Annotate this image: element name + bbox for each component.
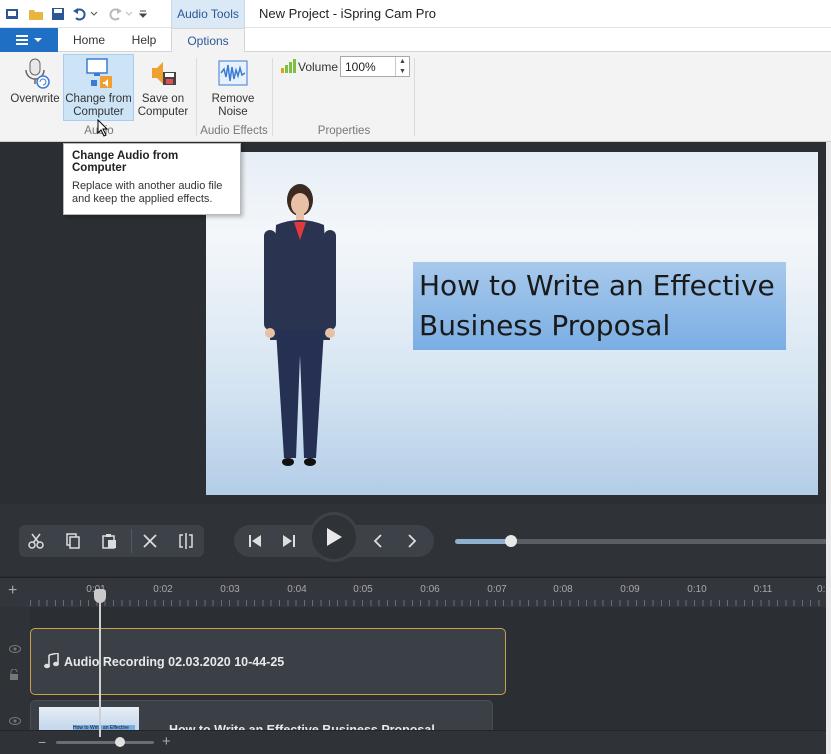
volume-spinner[interactable]: ▲ ▼ — [395, 57, 409, 76]
tick-label: 0:06 — [420, 584, 440, 595]
playback-progress — [455, 539, 511, 544]
audio-tools-context-tab: Audio Tools — [171, 0, 245, 28]
remove-noise-label-2: Noise — [218, 106, 248, 118]
slide-title-line-2: Business Proposal — [419, 309, 671, 342]
tab-help[interactable]: Help — [120, 28, 168, 52]
save-icon[interactable] — [49, 5, 67, 23]
group-separator — [414, 58, 415, 136]
delete-icon[interactable] — [133, 525, 167, 557]
tick-label: 0:02 — [153, 584, 173, 595]
overwrite-button[interactable]: Overwrite — [8, 55, 62, 106]
lock-icon[interactable] — [9, 668, 19, 683]
split-icon[interactable] — [169, 525, 203, 557]
eye-icon[interactable] — [9, 717, 21, 728]
go-to-start-icon[interactable] — [238, 525, 272, 557]
spin-up-icon[interactable]: ▲ — [396, 57, 409, 67]
ribbon-tabs: Home Help Options — [0, 28, 831, 53]
music-note-icon — [43, 652, 59, 672]
redo-icon[interactable] — [106, 5, 124, 23]
change-from-label-2: Computer — [73, 106, 124, 118]
slide-preview: How to Write an Effective Business Propo… — [206, 152, 818, 495]
tooltip-title: Change Audio from Computer — [72, 150, 179, 174]
file-menu-button[interactable] — [0, 28, 58, 52]
zoom-in-icon[interactable]: + — [162, 733, 171, 750]
undo-dropdown-icon[interactable] — [89, 5, 99, 23]
tooltip: Change Audio from Computer Replace with … — [63, 143, 241, 215]
save-on-label-1: Save on — [141, 93, 185, 105]
volume-icon — [280, 58, 296, 74]
play-icon — [327, 528, 342, 546]
overwrite-label: Overwrite — [10, 93, 60, 105]
playhead-line — [99, 597, 101, 737]
cut-icon[interactable] — [19, 525, 53, 557]
previous-frame-icon[interactable] — [361, 525, 395, 557]
change-from-label-1: Change from — [65, 93, 132, 105]
tick-label: 0:05 — [353, 584, 373, 595]
zoom-slider-handle[interactable] — [115, 737, 125, 747]
remove-noise-label-1: Remove — [211, 93, 255, 105]
volume-input[interactable]: 100% ▲ ▼ — [340, 56, 410, 77]
playhead-handle[interactable] — [94, 589, 106, 603]
group-label-properties: Properties — [317, 125, 371, 137]
go-to-end-icon[interactable] — [272, 525, 306, 557]
computer-audio-icon — [82, 55, 116, 91]
zoom-out-icon[interactable]: − — [38, 734, 46, 750]
copy-icon[interactable] — [56, 525, 90, 557]
spin-down-icon[interactable]: ▼ — [396, 67, 409, 77]
tooltip-body: Replace with another audio file and keep… — [72, 180, 223, 205]
zoom-slider[interactable] — [56, 741, 154, 744]
next-frame-icon[interactable] — [395, 525, 429, 557]
tick-label: 0:10 — [687, 584, 707, 595]
title-bar: Audio Tools New Project - iSpring Cam Pr… — [0, 0, 831, 28]
paste-icon[interactable] — [92, 525, 126, 557]
audio-clip[interactable]: Audio Recording 02.03.2020 10-44-25 — [30, 628, 506, 695]
eye-icon[interactable] — [9, 645, 21, 656]
open-folder-icon[interactable] — [27, 5, 45, 23]
app-icon[interactable] — [3, 5, 21, 23]
tick-label: 0:07 — [487, 584, 507, 595]
save-audio-icon — [146, 55, 180, 91]
tick-label: 0:09 — [620, 584, 640, 595]
add-track-icon[interactable]: + — [8, 582, 17, 600]
group-label-audio-effects: Audio Effects — [200, 125, 268, 137]
window-edge — [826, 142, 831, 754]
mouse-cursor-icon — [97, 118, 109, 140]
window-title: New Project - iSpring Cam Pro — [259, 6, 436, 21]
ruler-ticks — [30, 600, 831, 606]
save-on-computer-button[interactable]: Save on Computer — [136, 55, 190, 119]
change-from-computer-button[interactable]: Change from Computer — [63, 54, 134, 121]
tick-label: 0:04 — [287, 584, 307, 595]
ribbon: Overwrite Change from Computer Save on C… — [0, 52, 831, 142]
divider — [131, 529, 132, 553]
volume-value: 100% — [345, 60, 376, 74]
redo-dropdown-icon[interactable] — [124, 5, 134, 23]
scrubber-handle[interactable] — [505, 535, 517, 547]
zoom-bar: − + — [0, 730, 831, 754]
tick-label: 0:11 — [753, 584, 773, 595]
track-controls-column — [0, 607, 30, 730]
save-on-label-2: Computer — [137, 106, 189, 118]
edit-tools-group — [19, 525, 204, 557]
tab-home[interactable]: Home — [64, 28, 114, 52]
microphone-icon — [18, 55, 52, 91]
tick-label: 0:08 — [553, 584, 573, 595]
presenter-figure — [264, 184, 336, 466]
slide-title-box: How to Write an Effective Business Propo… — [413, 262, 786, 350]
tick-label: 0:03 — [220, 584, 240, 595]
play-button[interactable] — [309, 512, 359, 562]
timeline-ruler[interactable]: + 0:01 0:02 0:03 0:04 0:05 0:06 0:07 0:0… — [0, 577, 831, 607]
waveform-icon — [216, 55, 250, 91]
volume-label: Volume — [298, 60, 339, 74]
undo-icon[interactable] — [71, 5, 89, 23]
tab-options[interactable]: Options — [171, 28, 245, 53]
customize-icon[interactable] — [137, 5, 149, 23]
audio-clip-label: Audio Recording 02.03.2020 10-44-25 — [64, 655, 285, 669]
remove-noise-button[interactable]: Remove Noise — [205, 55, 261, 119]
slide-title-line-1: How to Write an Effective — [419, 269, 775, 302]
